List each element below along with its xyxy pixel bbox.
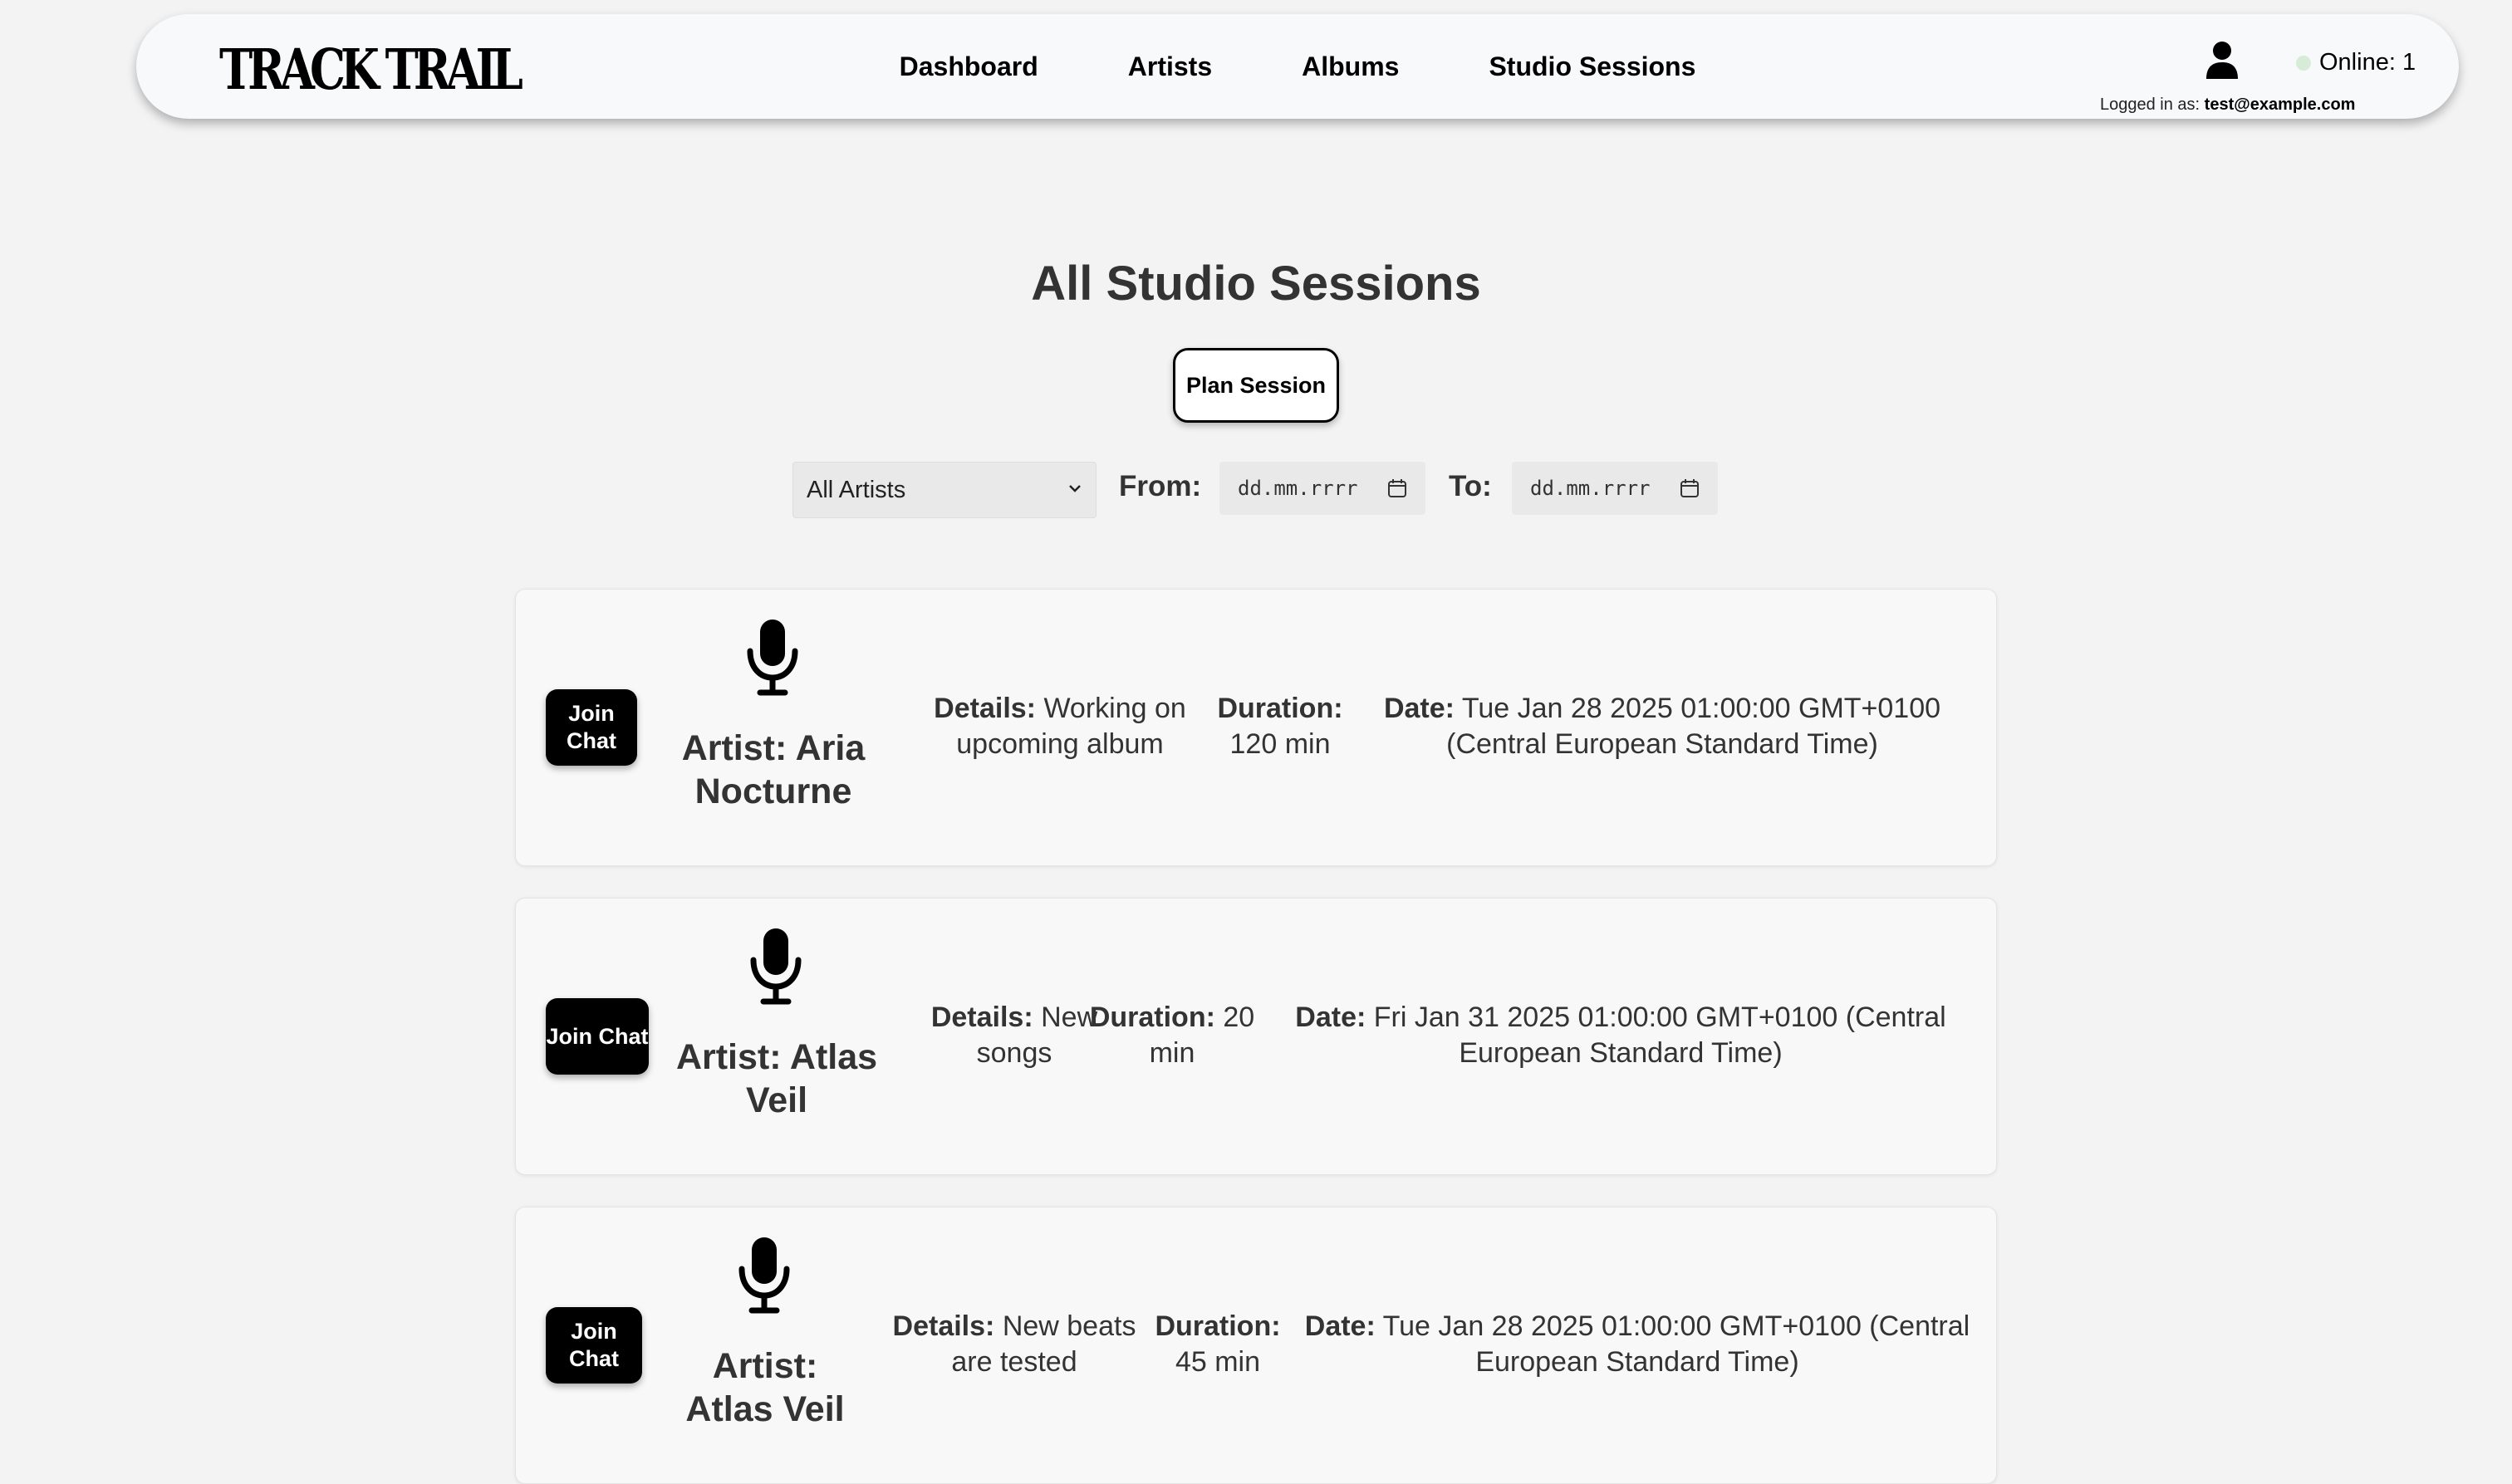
artist-select[interactable]: All Artists [792, 462, 1097, 518]
chevron-down-icon [1069, 485, 1081, 492]
navbar: TRACK TRAIL Dashboard Artists Albums Stu… [136, 14, 2459, 119]
microphone-icon [750, 928, 802, 1005]
date-label: Date: [1304, 1310, 1376, 1342]
artist-select-value: All Artists [807, 476, 906, 503]
calendar-icon[interactable] [1387, 478, 1407, 498]
online-count: Online: 1 [2319, 49, 2416, 76]
details-label: Details: [930, 1002, 1033, 1033]
date-value: Fri Jan 31 2025 01:00:00 GMT+0100 (Centr… [1373, 1002, 1946, 1069]
session-duration: Duration: 120 min [1214, 691, 1347, 762]
online-status: Online: 1 [2296, 49, 2416, 76]
artist-name: Artist: Aria Nocturne [681, 728, 866, 811]
session-card: Join Chat Artist: Atlas Veil Details: Ne… [515, 1207, 1997, 1484]
duration-label: Duration: [1089, 1002, 1215, 1033]
to-label: To: [1449, 470, 1492, 502]
details-label: Details: [892, 1310, 995, 1342]
session-card: Join Chat Artist: Atlas Veil Details: Ne… [515, 898, 1997, 1175]
session-card: Join Chat Artist: Aria Nocturne Details:… [515, 589, 1997, 866]
filters-bar: All Artists From: dd.mm.rrrr To: dd.mm.r… [0, 462, 2512, 518]
session-date: Date: Tue Jan 28 2025 01:00:00 GMT+0100 … [1297, 1309, 1978, 1380]
duration-value: 45 min [1175, 1346, 1261, 1378]
to-date-input[interactable]: dd.mm.rrrr [1512, 462, 1718, 515]
join-chat-button[interactable]: Join Chat [546, 998, 649, 1075]
duration-value: 120 min [1229, 728, 1331, 760]
to-date-placeholder: dd.mm.rrrr [1530, 477, 1651, 500]
session-duration: Duration: 20 min [1089, 1000, 1255, 1071]
page-title: All Studio Sessions [1031, 257, 1481, 311]
from-date-input[interactable]: dd.mm.rrrr [1219, 462, 1425, 515]
logged-in-user: test@example.com [2204, 96, 2356, 114]
from-label: From: [1119, 470, 1202, 502]
microphone-icon [738, 1237, 790, 1314]
date-label: Date: [1295, 1002, 1366, 1033]
from-date-placeholder: dd.mm.rrrr [1238, 477, 1358, 500]
logged-in-info: Logged in as: test@example.com [2100, 96, 2355, 115]
nav-link-albums[interactable]: Albums [1302, 51, 1399, 82]
user-profile-icon[interactable] [2205, 41, 2240, 81]
date-value: Tue Jan 28 2025 01:00:00 GMT+0100 (Centr… [1446, 693, 1941, 760]
online-dot-icon [2296, 55, 2311, 71]
microphone-icon [747, 620, 798, 696]
duration-label: Duration: [1155, 1310, 1281, 1342]
plan-session-button[interactable]: Plan Session [1173, 348, 1339, 423]
date-value: Tue Jan 28 2025 01:00:00 GMT+0100 (Centr… [1382, 1310, 1970, 1378]
nav-link-dashboard[interactable]: Dashboard [900, 51, 1038, 82]
logged-in-prefix: Logged in as: [2100, 96, 2200, 114]
session-details: Details: New beats are tested [890, 1309, 1139, 1380]
date-label: Date: [1383, 693, 1455, 724]
session-date: Date: Fri Jan 31 2025 01:00:00 GMT+0100 … [1280, 1000, 1961, 1071]
artist-name: Artist: Atlas Veil [675, 1037, 878, 1120]
session-date: Date: Tue Jan 28 2025 01:00:00 GMT+0100 … [1363, 691, 1961, 762]
calendar-icon[interactable] [1680, 478, 1700, 498]
nav-link-studio-sessions[interactable]: Studio Sessions [1489, 51, 1695, 82]
duration-label: Duration: [1217, 693, 1343, 724]
details-label: Details: [934, 693, 1036, 724]
artist-name: Artist: Atlas Veil [685, 1346, 845, 1429]
session-details: Details: Working on upcoming album [923, 691, 1197, 762]
nav-link-artists[interactable]: Artists [1128, 51, 1212, 82]
join-chat-button[interactable]: Join Chat [546, 689, 637, 766]
join-chat-button[interactable]: Join Chat [546, 1307, 642, 1384]
session-duration: Duration: 45 min [1147, 1309, 1288, 1380]
